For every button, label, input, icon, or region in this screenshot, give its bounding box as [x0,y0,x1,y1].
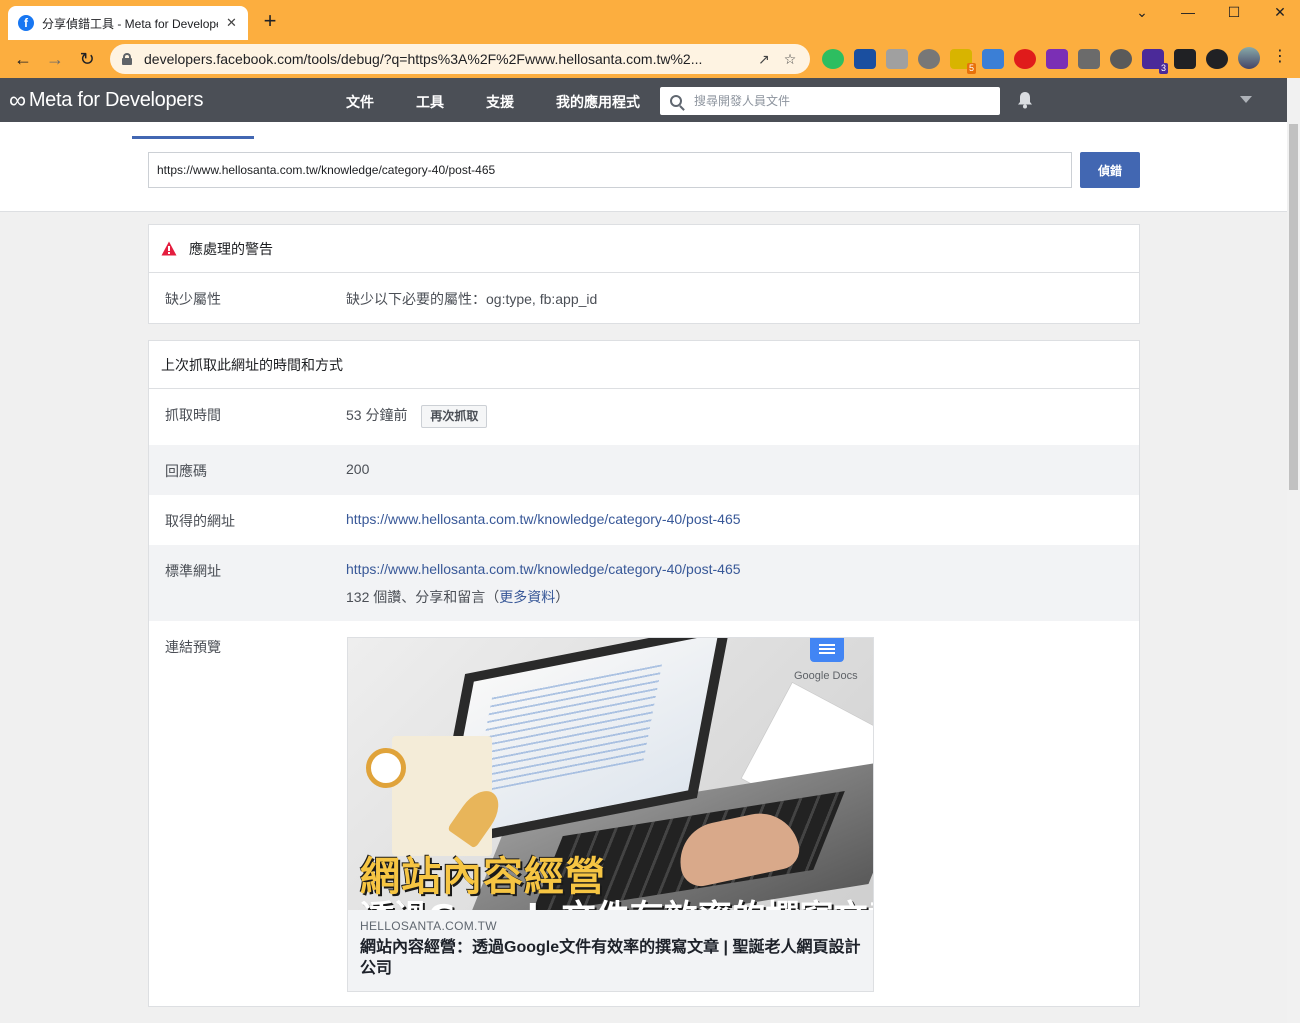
notification-bell-icon[interactable] [1016,91,1034,109]
opera-icon[interactable] [1014,49,1036,69]
browser-tab[interactable]: f 分享偵錯工具 - Meta for Developers ✕ [8,6,248,40]
fetch-time-row: 抓取時間 53 分鐘前 再次抓取 [149,389,1139,445]
preview-title: 網站內容經營：透過Google文件有效率的撰寫文章 | 聖誕老人網頁設計公司 [360,939,861,977]
target-illustration [366,748,406,788]
new-tab-button[interactable]: + [258,10,282,34]
browser-menu-icon[interactable]: ⋮ [1272,46,1288,66]
warning-label: 缺少屬性 [165,291,221,307]
puzzle-icon[interactable] [1174,49,1196,69]
tab-strip: f 分享偵錯工具 - Meta for Developers ✕ + ⌄ — ☐… [0,0,1300,40]
preview-image: Google Docs 網站內容經營 透過Google文件有效率的撰寫文章 [348,638,873,910]
check-icon[interactable] [886,49,908,69]
back-arrow-icon[interactable]: ← [10,46,36,72]
tab-close-icon[interactable]: ✕ [226,15,237,31]
chevron-down-icon[interactable] [1240,96,1252,103]
scrape-info-header: 上次抓取此網址的時間和方式 [149,341,1139,389]
tab-title: 分享偵錯工具 - Meta for Developers [42,16,218,31]
nav-support[interactable]: 支援 [486,92,514,112]
response-code-row: 回應碼 200 [149,445,1139,495]
translate-icon[interactable] [918,49,940,69]
vpn-icon[interactable] [854,49,876,69]
wordpress-icon[interactable] [1078,49,1100,69]
scrape-info-title: 上次抓取此網址的時間和方式 [161,356,343,373]
warning-triangle-icon [161,241,177,256]
screen-icon[interactable] [982,49,1004,69]
warning-value: 缺少以下必要的屬性：og:type, fb:app_id [346,291,598,307]
canonical-url-link[interactable]: https://www.hellosanta.com.tw/knowledge/… [346,561,741,577]
extensions-bar: 53 [822,49,1228,74]
engagement-suffix: ） [555,589,570,605]
more-info-link[interactable]: 更多資料 [499,589,555,605]
logo-text: Meta for Developers [28,89,204,111]
nav-docs[interactable]: 文件 [346,92,374,112]
response-code-label: 回應碼 [165,463,207,479]
docs-search-input[interactable] [694,94,984,108]
response-code-value: 200 [346,461,370,477]
onenote-icon[interactable] [1046,49,1068,69]
nav-my-apps[interactable]: 我的應用程式 [556,92,640,112]
maximize-button[interactable]: ☐ [1211,4,1257,26]
google-docs-icon [810,638,844,662]
fetch-time-label: 抓取時間 [165,407,221,423]
window-icon[interactable] [1110,49,1132,69]
nav-tools[interactable]: 工具 [416,92,444,112]
address-url[interactable]: developers.facebook.com/tools/debug/?q=h… [144,51,744,67]
lock-icon[interactable] [122,53,132,65]
debug-url-input[interactable] [148,152,1072,188]
meta-header: ∞ Meta for Developers 文件 工具 支援 我的應用程式 [0,78,1287,122]
google-docs-label: Google Docs [794,670,858,682]
meta-logo[interactable]: ∞ Meta for Developers [9,86,204,114]
evernote-icon[interactable] [822,49,844,69]
fetched-url-row: 取得的網址 https://www.hellosanta.com.tw/know… [149,495,1139,545]
warnings-header: 應處理的警告 [149,225,1139,273]
scrollbar-thumb[interactable] [1289,124,1298,490]
facebook-favicon-icon: f [18,15,34,31]
extension-badge: 5 [966,63,976,74]
engagement-text: 132 個讚、分享和留言（更多資料） [346,587,569,607]
canonical-url-label: 標準網址 [165,563,221,579]
fetched-url-label: 取得的網址 [165,513,235,529]
reload-icon[interactable]: ↻ [74,46,100,72]
link-preview-row: 連結預覽 Google Docs 網站內容經營 透過Google文件有效率的撰寫… [149,621,1139,1007]
extension-badge: 3 [1158,63,1168,74]
browser-toolbar: ← → ↻ developers.facebook.com/tools/debu… [0,40,1300,78]
preview-subheadline: 透過Google文件有效率的撰寫文章 [360,890,873,910]
fetched-url-link[interactable]: https://www.hellosanta.com.tw/knowledge/… [346,511,741,527]
warnings-card: 應處理的警告 缺少屬性 缺少以下必要的屬性：og:type, fb:app_id [148,224,1140,324]
docs-search[interactable] [660,87,1000,115]
tab-search-icon[interactable]: ⌄ [1119,4,1165,26]
fetch-time-value: 53 分鐘前 [346,407,408,424]
meta-infinity-icon: ∞ [9,86,26,114]
close-window-button[interactable]: ✕ [1257,4,1300,26]
active-tab-indicator [132,136,254,139]
link-preview-label: 連結預覽 [165,639,221,655]
profile-avatar[interactable] [1238,47,1260,69]
warning-row: 缺少屬性 缺少以下必要的屬性：og:type, fb:app_id [149,273,1139,323]
address-bar[interactable]: developers.facebook.com/tools/debug/?q=h… [110,44,810,74]
minimize-button[interactable]: — [1165,4,1211,26]
warnings-title: 應處理的警告 [189,240,273,257]
scrape-info-card: 上次抓取此網址的時間和方式 抓取時間 53 分鐘前 再次抓取 回應碼 200 取… [148,340,1140,1007]
diamond-icon[interactable]: 3 [1142,49,1168,74]
debug-button[interactable]: 偵錯 [1080,152,1140,188]
sidepanel-icon[interactable] [1206,49,1228,69]
forward-arrow-icon[interactable]: → [42,46,68,72]
search-icon [670,95,682,107]
bulb-icon[interactable]: 5 [950,49,976,74]
canonical-url-row: 標準網址 https://www.hellosanta.com.tw/knowl… [149,545,1139,621]
link-preview-card[interactable]: Google Docs 網站內容經營 透過Google文件有效率的撰寫文章 HE… [347,637,874,992]
engagement-count: 132 個讚、分享和留言（ [346,589,500,605]
preview-domain: HELLOSANTA.COM.TW [360,919,497,933]
refetch-button[interactable]: 再次抓取 [421,405,488,428]
fetch-time-value-wrap: 53 分鐘前 再次抓取 [346,405,488,428]
share-icon[interactable]: ↗ [758,51,770,68]
bookmark-star-icon[interactable]: ☆ [784,51,797,68]
